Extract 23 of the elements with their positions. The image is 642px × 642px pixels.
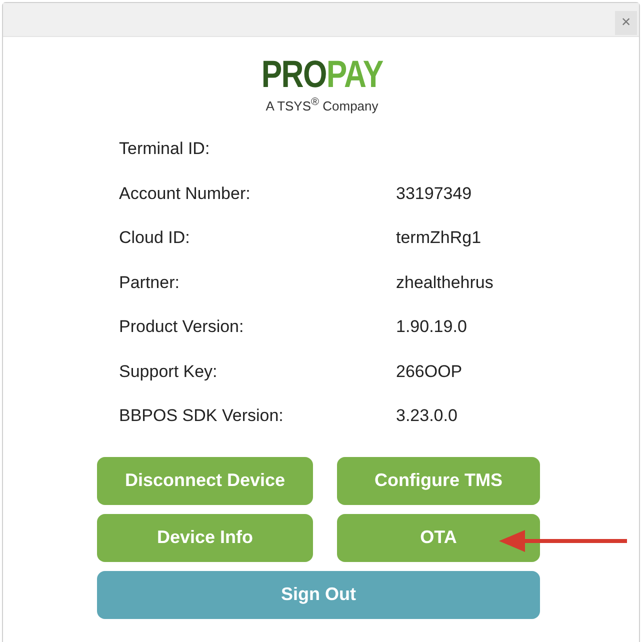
field-value: 3.23.0.0 [396, 406, 458, 426]
field-label: Terminal ID: [119, 139, 211, 160]
field-value: 1.90.19.0 [396, 317, 467, 338]
field-value: 33197349 [396, 184, 472, 204]
field-label: Product Version: [119, 317, 245, 338]
field-value: zhealthehrus [396, 272, 494, 293]
field-label: Account Number: [119, 184, 252, 204]
action-button[interactable]: Configure TMS [337, 456, 540, 505]
field-value: termZhRg1 [396, 228, 482, 248]
field-label: Support Key: [119, 362, 218, 382]
field-value: 266OOP [396, 362, 462, 382]
field-label: Cloud ID: [119, 228, 191, 248]
field-label: Partner: [119, 272, 180, 293]
arrow-icon [499, 529, 629, 553]
field-label: BBPOS SDK Version: [119, 406, 284, 426]
logo-text: PRO [261, 54, 326, 96]
logo-text: PAY [326, 54, 383, 96]
sign-out-button[interactable]: Sign Out [97, 570, 540, 619]
action-button[interactable]: Device Info [97, 514, 313, 562]
action-button[interactable]: Disconnect Device [97, 456, 313, 505]
action-button[interactable]: OTA [337, 514, 540, 562]
close-button[interactable]: × [615, 11, 637, 35]
logo-tagline: A TSYS$^{®}$ Company [266, 96, 378, 114]
